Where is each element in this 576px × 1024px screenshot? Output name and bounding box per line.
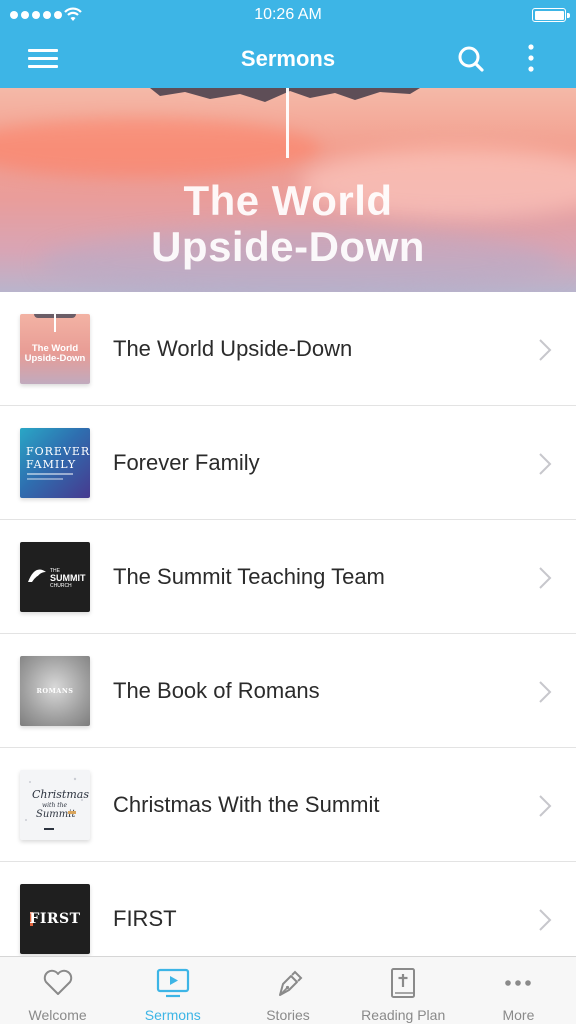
battery-icon bbox=[532, 8, 570, 22]
sermon-thumbnail: FIRST bbox=[20, 884, 90, 954]
tab-label: Welcome bbox=[28, 1007, 87, 1023]
nav-bar: Sermons bbox=[0, 30, 576, 88]
featured-series-banner[interactable]: The World Upside-Down bbox=[0, 88, 576, 292]
chevron-right-icon bbox=[539, 567, 552, 589]
sermon-row-book-of-romans[interactable]: ROMANS The Book of Romans bbox=[0, 634, 576, 748]
sermon-thumbnail: The World Upside-Down bbox=[20, 314, 90, 384]
chevron-right-icon bbox=[539, 681, 552, 703]
svg-text:Summit: Summit bbox=[36, 809, 76, 820]
play-screen-icon bbox=[156, 968, 189, 998]
tab-label: More bbox=[502, 1007, 535, 1023]
svg-text:with the: with the bbox=[42, 802, 68, 809]
tab-sermons[interactable]: Sermons bbox=[115, 957, 230, 1024]
pen-nib-icon bbox=[279, 970, 303, 996]
banner-title-line1: The World bbox=[183, 177, 393, 224]
status-time: 10:26 AM bbox=[254, 6, 322, 23]
sermon-title: Forever Family bbox=[113, 450, 260, 475]
sermon-row-first[interactable]: FIRST FIRST bbox=[0, 862, 576, 956]
tab-label: Stories bbox=[266, 1007, 310, 1023]
svg-text:Christmas: Christmas bbox=[32, 788, 89, 801]
sermon-title: The Summit Teaching Team bbox=[113, 564, 385, 589]
sermon-thumbnail: ROMANS bbox=[20, 656, 90, 726]
status-bar: 10:26 AM bbox=[0, 0, 576, 30]
heart-icon bbox=[43, 969, 72, 995]
bible-icon bbox=[391, 968, 416, 998]
search-icon[interactable] bbox=[454, 42, 488, 76]
tab-label: Reading Plan bbox=[361, 1007, 446, 1023]
svg-text:SUMMIT: SUMMIT bbox=[50, 573, 86, 583]
chevron-right-icon bbox=[539, 339, 552, 361]
tab-bar: Welcome Sermons Stories Reading Plan Mor… bbox=[0, 956, 576, 1024]
sermon-row-forever-family[interactable]: FOREVER FAMILY Forever Family bbox=[0, 406, 576, 520]
sermon-list: The World Upside-Down The World Upside-D… bbox=[0, 292, 576, 956]
page-title: Sermons bbox=[240, 46, 336, 71]
menu-button[interactable] bbox=[24, 44, 64, 74]
chevron-right-icon bbox=[539, 795, 552, 817]
summit-church-logo: THE SUMMIT CHURCH bbox=[20, 542, 90, 612]
sermon-title: The World Upside-Down bbox=[113, 336, 353, 361]
svg-text:CHURCH: CHURCH bbox=[50, 583, 72, 589]
sermon-title: The Book of Romans bbox=[113, 678, 320, 703]
chevron-right-icon bbox=[539, 453, 552, 475]
sermon-row-christmas-with-summit[interactable]: Christmas with the Summit Christmas With… bbox=[0, 748, 576, 862]
tab-more[interactable]: More bbox=[461, 957, 576, 1024]
banner-title-line2: Upside-Down bbox=[151, 223, 425, 270]
ellipsis-icon bbox=[505, 980, 532, 986]
more-vertical-icon[interactable] bbox=[516, 42, 546, 76]
tab-stories[interactable]: Stories bbox=[230, 957, 345, 1024]
tab-reading-plan[interactable]: Reading Plan bbox=[346, 957, 461, 1024]
tab-welcome[interactable]: Welcome bbox=[0, 957, 115, 1024]
inverted-mountains-graphic bbox=[150, 88, 420, 102]
tab-label: Sermons bbox=[144, 1007, 201, 1023]
sermon-title: FIRST bbox=[113, 906, 177, 931]
banner-title: The World Upside-Down bbox=[0, 178, 576, 270]
sermon-thumbnail: FOREVER FAMILY bbox=[20, 428, 90, 498]
sermon-row-world-upside-down[interactable]: The World Upside-Down The World Upside-D… bbox=[0, 292, 576, 406]
chevron-right-icon bbox=[539, 909, 552, 931]
banner-divider-line bbox=[286, 88, 289, 158]
sermon-row-summit-teaching-team[interactable]: THE SUMMIT CHURCH The Summit Teaching Te… bbox=[0, 520, 576, 634]
sermon-title: Christmas With the Summit bbox=[113, 792, 380, 817]
sermon-thumbnail: Christmas with the Summit bbox=[20, 770, 90, 840]
